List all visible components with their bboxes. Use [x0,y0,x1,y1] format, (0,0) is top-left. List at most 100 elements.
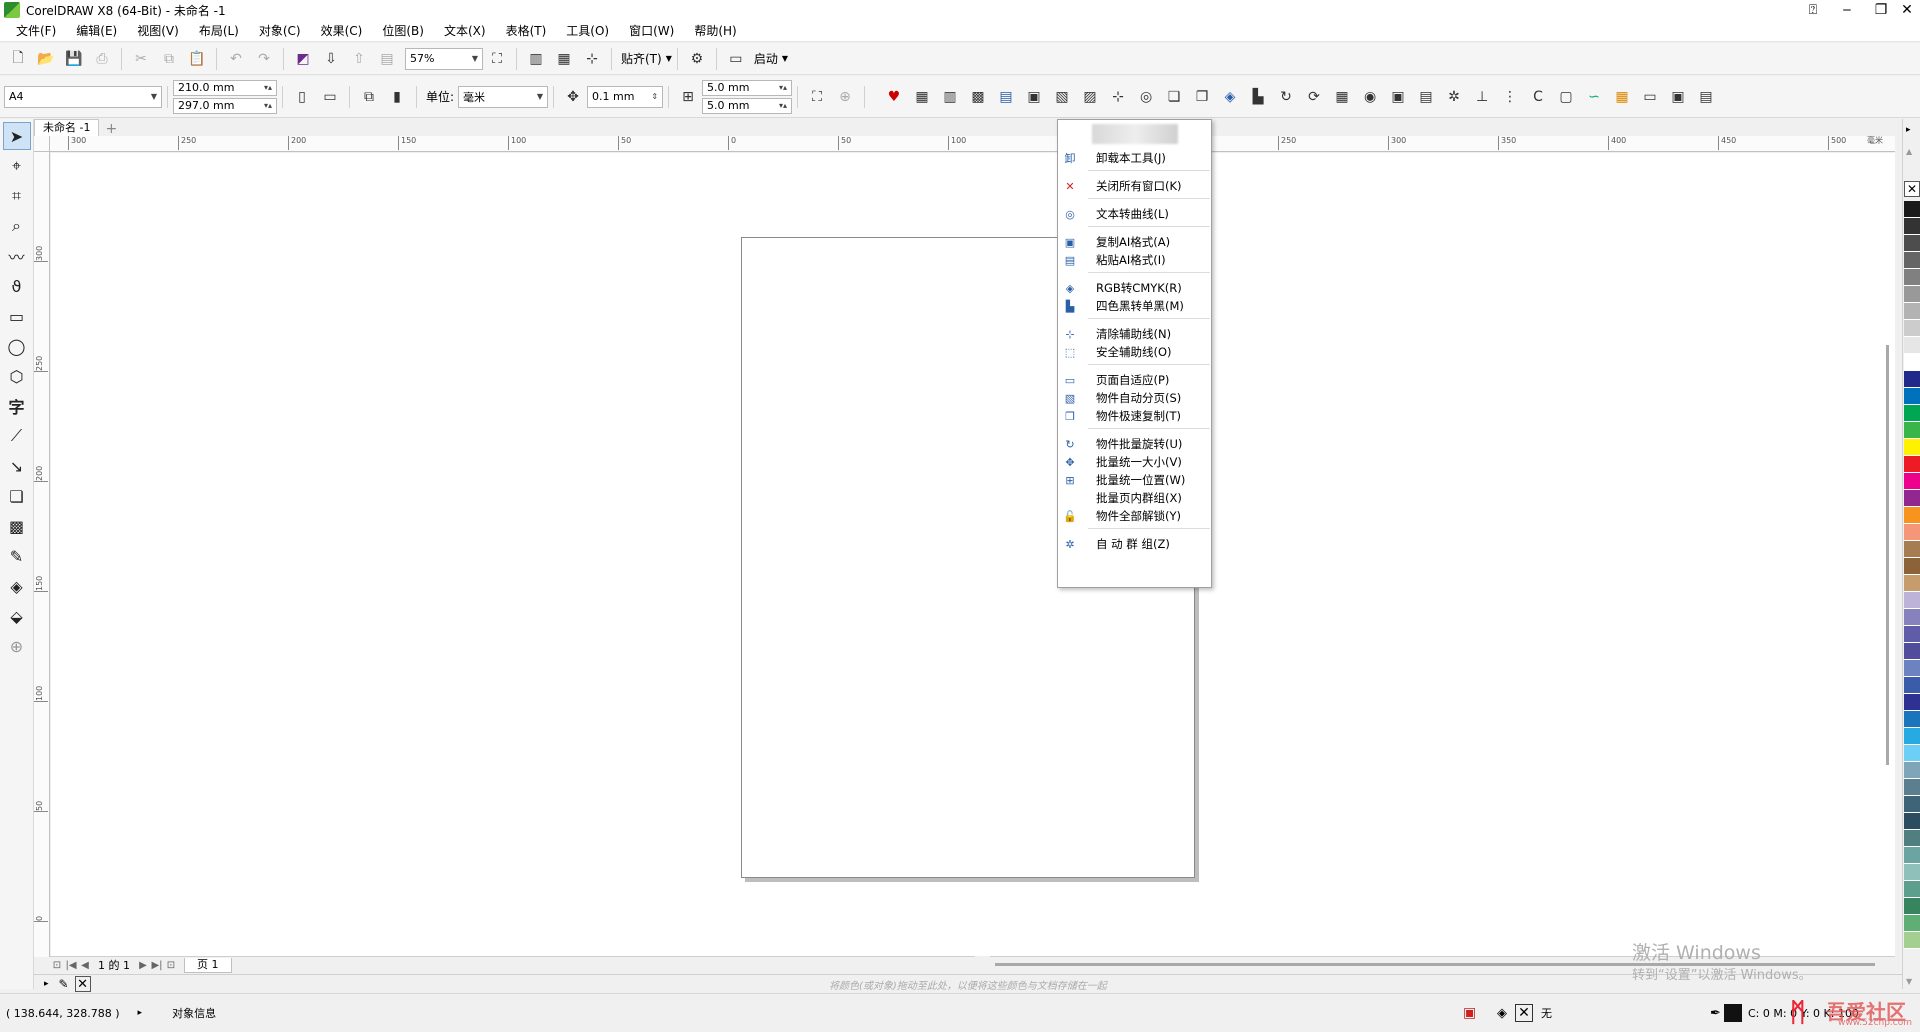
color-swatch[interactable] [1904,541,1920,558]
menu-file[interactable]: 文件(F) [6,22,66,39]
no-fill-swatch-icon[interactable]: ✕ [1515,1004,1533,1022]
color-swatch[interactable] [1904,320,1920,337]
plugin-copy-icon[interactable]: ❏ [1162,85,1186,109]
plugin-color-icon[interactable]: ▦ [1610,85,1634,109]
no-color-swatch-icon[interactable]: ✕ [1904,181,1920,197]
color-swatch[interactable] [1904,762,1920,779]
color-swatch[interactable] [1904,388,1920,405]
context-menu-item[interactable]: ◎ 文本转曲线(L) [1058,204,1213,224]
scroll-thumb[interactable] [1886,345,1889,765]
color-swatch[interactable] [1904,473,1920,490]
plugin-screen-icon[interactable]: ▣ [1666,85,1690,109]
outline-color-swatch[interactable] [1724,1004,1742,1022]
eyedropper-icon[interactable]: ✎ [3,542,31,570]
menu-object[interactable]: 对象(C) [249,22,311,39]
rectangle-tool-icon[interactable]: ▭ [3,302,31,330]
plugin-frame-icon[interactable]: ▢ [1554,85,1578,109]
plugin-cycle-icon[interactable]: ⟳ [1302,85,1326,109]
color-swatch[interactable] [1904,558,1920,575]
print-icon[interactable]: ⎙ [90,47,114,71]
prev-page-icon[interactable]: ◀ [78,960,92,971]
text-tool-icon[interactable]: 字 [3,392,31,420]
zoom-combo[interactable]: 57% ▼ [405,47,483,70]
color-swatch[interactable] [1904,694,1920,711]
all-pages-icon[interactable]: ⧉ [357,85,381,109]
menu-effects[interactable]: 效果(C) [311,22,373,39]
color-swatch[interactable] [1904,660,1920,677]
duplicate-x-field[interactable]: 5.0 mm ▾▴ [702,79,793,96]
full-screen-preview-icon[interactable]: ⛶ [485,47,509,71]
treat-as-filled-icon[interactable]: ⛶ [805,85,829,109]
color-swatch[interactable] [1904,235,1920,252]
page-tab[interactable]: 页 1 [184,957,232,973]
color-swatch[interactable] [1904,626,1920,643]
first-page-arrow-icon[interactable]: |◀ [64,960,78,971]
color-swatch[interactable] [1904,915,1920,932]
menu-view[interactable]: 视图(V) [127,22,189,39]
color-swatch[interactable] [1904,201,1920,218]
add-page-icon[interactable]: ⊡ [164,960,178,971]
search-content-icon[interactable]: ◩ [291,47,315,71]
color-swatch[interactable] [1904,711,1920,728]
minimize-button[interactable]: ‒ [1830,0,1864,20]
plugin-corel-icon[interactable]: ▤ [994,85,1018,109]
new-document-icon[interactable]: 🗋 [6,47,30,71]
quick-customize-icon[interactable]: ⊕ [3,632,31,660]
context-menu-item[interactable]: 卸 卸载本工具(J) [1058,148,1213,168]
color-swatch[interactable] [1904,422,1920,439]
plugin-grid-icon[interactable]: ▦ [1330,85,1354,109]
color-swatch[interactable] [1904,405,1920,422]
context-menu-item[interactable]: 批量页内群组(X) [1058,488,1213,508]
ruler-corner[interactable] [34,136,50,152]
menu-text[interactable]: 文本(X) [434,22,496,39]
freehand-tool-icon[interactable]: 〰 [3,242,31,270]
context-menu-item[interactable]: ✕ 关闭所有窗口(K) [1058,176,1213,196]
spin-icon[interactable]: ▾▴ [264,83,272,92]
color-swatch[interactable] [1904,677,1920,694]
color-proof-icon[interactable]: ▣ [1463,1005,1476,1021]
spin-icon[interactable]: ⇕ [651,92,658,101]
color-swatch[interactable] [1904,354,1920,371]
plugin-ctf-icon[interactable]: C [1526,85,1550,109]
palette-expand-icon[interactable]: ▸ [44,979,49,989]
plugin-lock-icon[interactable]: ▨ [1078,85,1102,109]
color-swatch[interactable] [1904,847,1920,864]
page-height-field[interactable]: 297.0 mm ▾▴ [173,97,277,114]
plugin-shape-icon[interactable]: ◎ [1134,85,1158,109]
user-icon[interactable]: ⍰ [1796,0,1830,20]
copy-icon[interactable]: ⧉ [157,47,181,71]
menu-edit[interactable]: 编辑(E) [66,22,127,39]
shape-tool-icon[interactable]: ⌖ [3,152,31,180]
color-swatch[interactable] [1904,643,1920,660]
drop-shadow-icon[interactable]: ❏ [3,482,31,510]
plugin-rgb-icon[interactable]: ◈ [1218,85,1242,109]
context-menu-item[interactable]: ⬚ 安全辅助线(O) [1058,342,1213,362]
close-window-button[interactable]: ✕ [1890,0,1920,20]
color-swatch[interactable] [1904,337,1920,354]
transparency-icon[interactable]: ▩ [3,512,31,540]
last-page-icon[interactable]: ▶| [150,960,164,971]
color-swatch[interactable] [1904,864,1920,881]
polygon-tool-icon[interactable]: ⬡ [3,362,31,390]
import-icon[interactable]: ⇩ [319,47,343,71]
artistic-media-icon[interactable]: ϑ [3,272,31,300]
menu-help[interactable]: 帮助(H) [684,22,746,39]
menu-table[interactable]: 表格(T) [496,22,557,39]
expand-arrow-icon[interactable]: ▸ [138,1008,143,1018]
color-swatch[interactable] [1904,932,1920,949]
vertical-scrollbar[interactable] [1880,170,1895,955]
palette-scroll-up-icon[interactable]: ▲ [1906,147,1912,156]
interactive-fill-icon[interactable]: ◈ [3,572,31,600]
current-page-icon[interactable]: ▮ [385,85,409,109]
drawing-canvas[interactable] [51,153,1895,956]
plugin-text-curve-icon[interactable]: ▣ [1022,85,1046,109]
new-tab-plus-icon[interactable]: + [105,122,117,136]
color-swatch[interactable] [1904,796,1920,813]
options-gear-icon[interactable]: ⚙ [685,47,709,71]
paste-icon[interactable]: 📋 [185,47,209,71]
menu-window[interactable]: 窗口(W) [619,22,684,39]
context-menu-item[interactable]: ✲ 自 动 群 组(Z) [1058,534,1213,554]
spin-icon[interactable]: ▾▴ [779,101,787,110]
context-menu-item[interactable]: ▙ 四色黑转单黑(M) [1058,296,1213,316]
context-menu-item[interactable]: ▣ 复制AI格式(A) [1058,232,1213,252]
